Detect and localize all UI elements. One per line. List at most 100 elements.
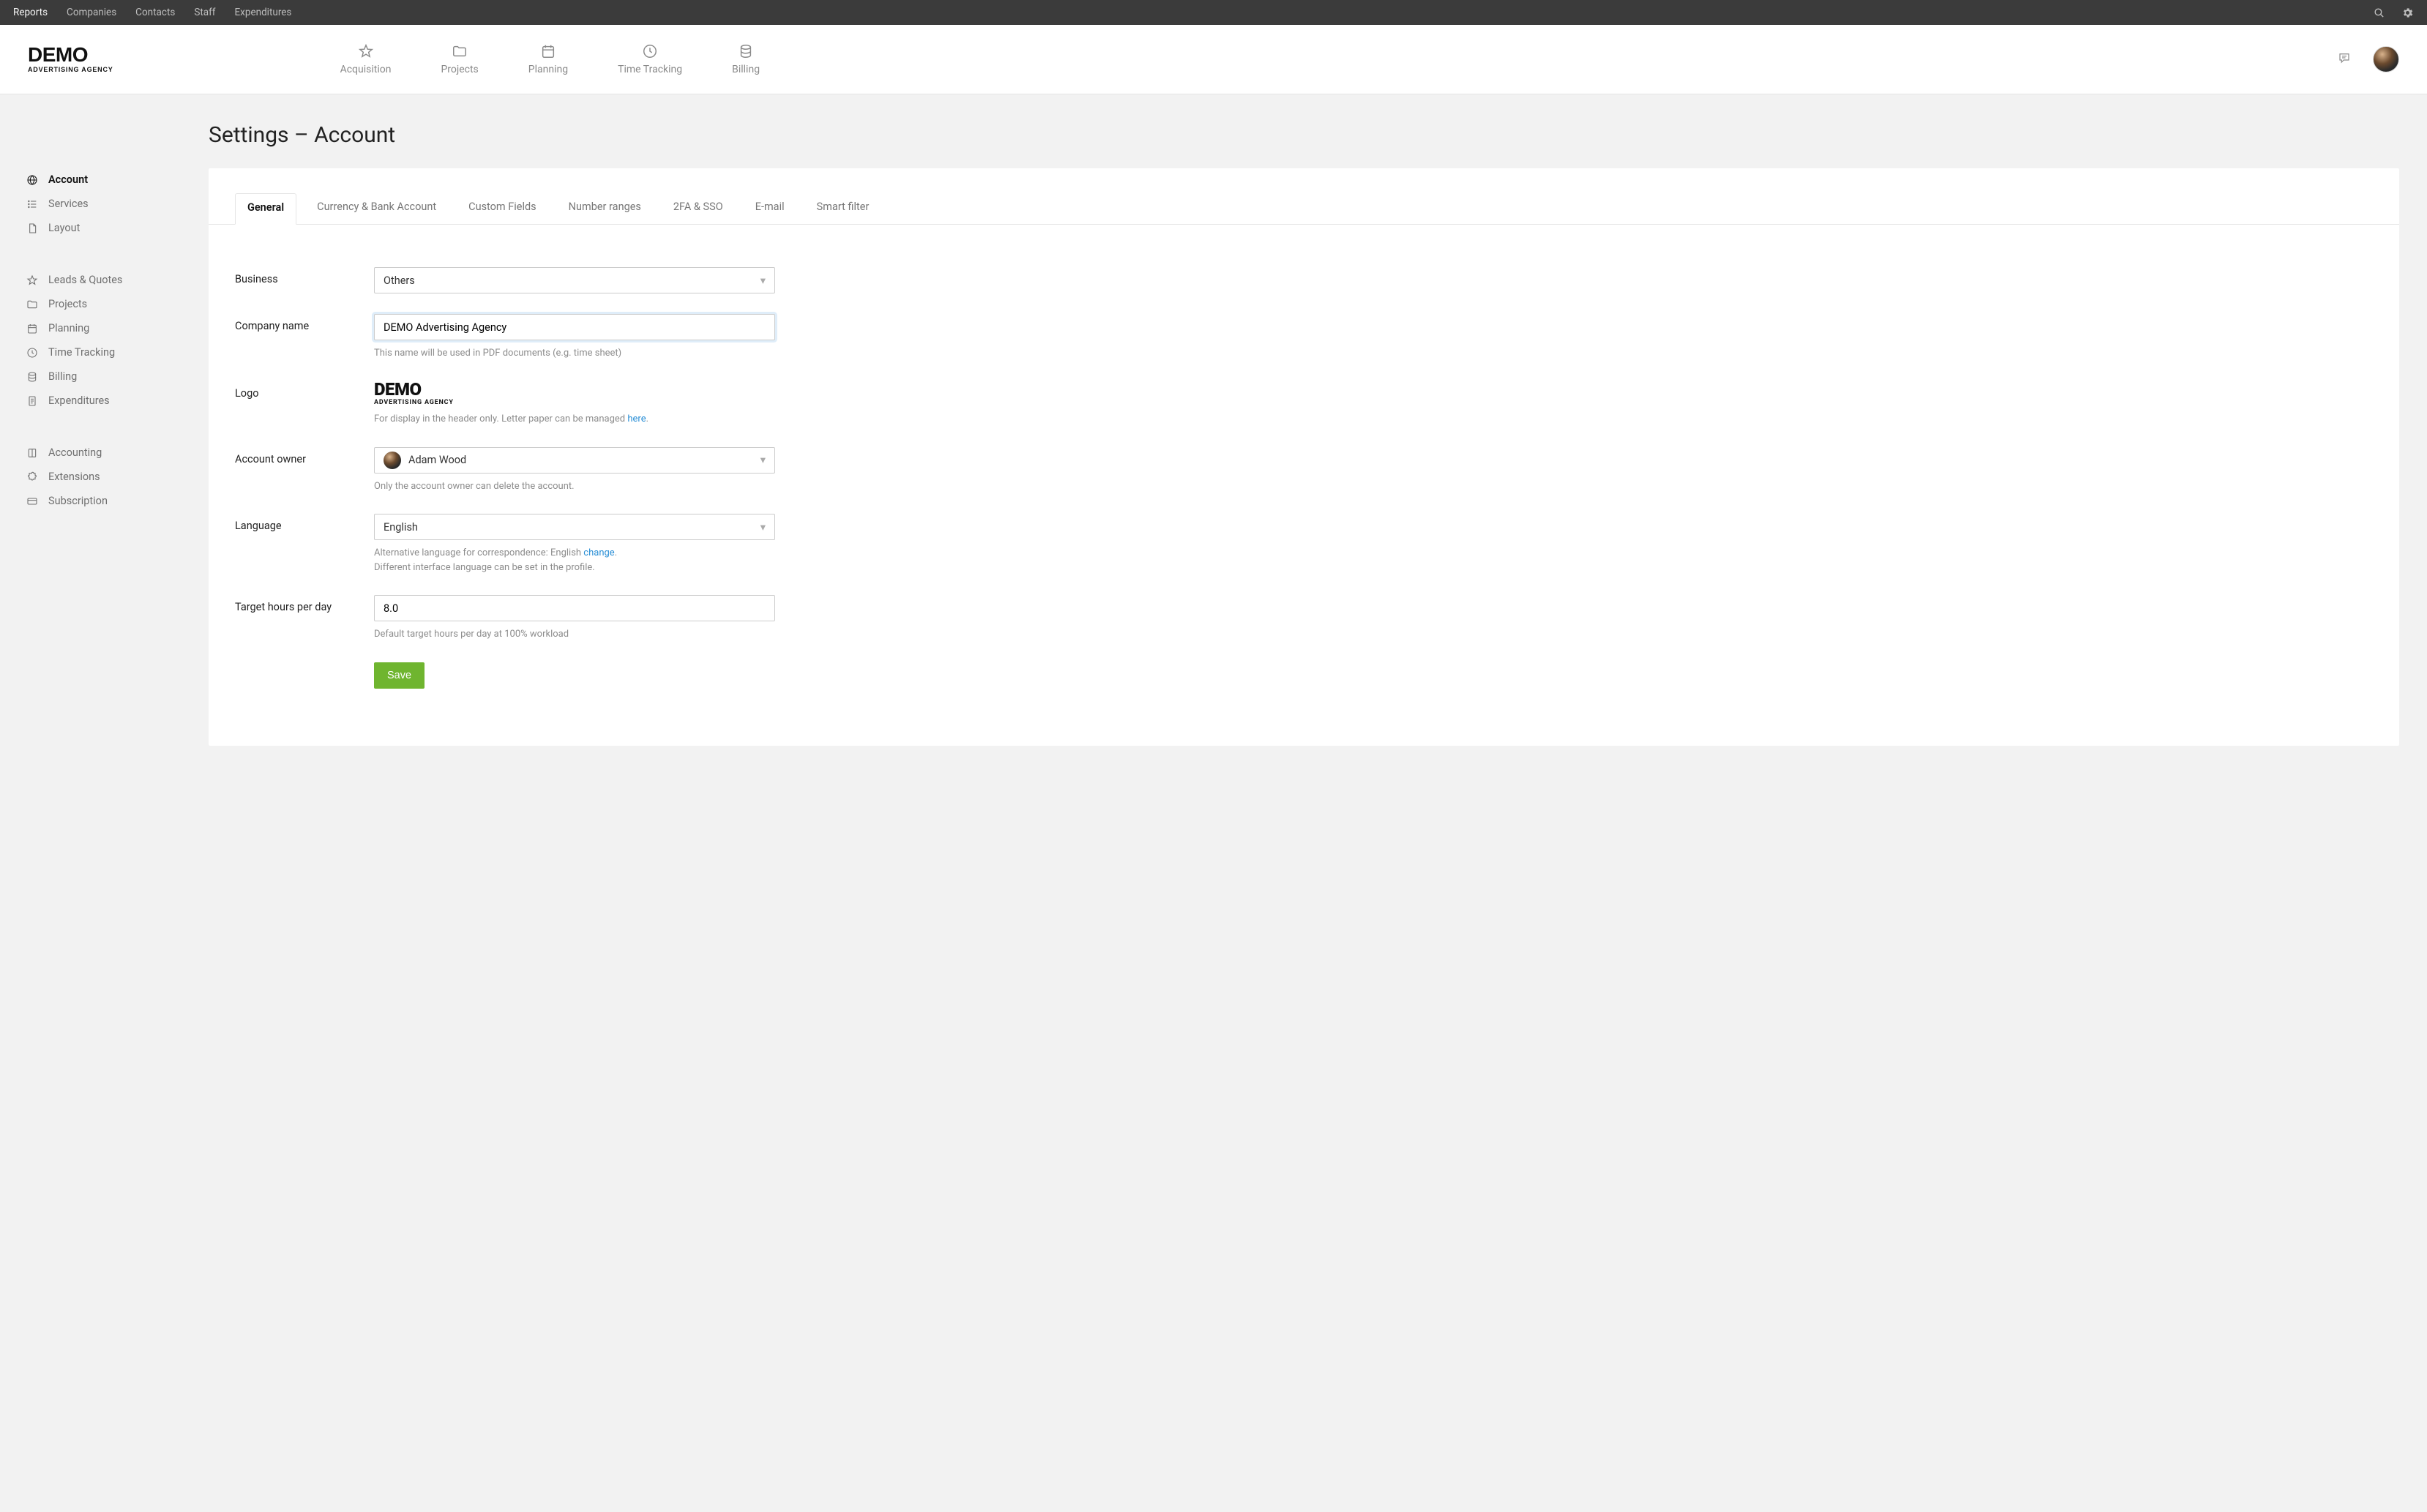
sidebar-item-expenditures[interactable]: Expenditures xyxy=(26,389,194,413)
database-icon xyxy=(738,43,754,59)
receipt-icon xyxy=(26,395,38,407)
tab-currency[interactable]: Currency & Bank Account xyxy=(305,193,448,224)
clock-icon xyxy=(26,347,38,359)
brand-logo[interactable]: DEMO ADVERTISING AGENCY xyxy=(28,45,113,72)
business-label: Business xyxy=(235,267,374,285)
list-icon xyxy=(26,198,38,210)
owner-avatar xyxy=(384,452,401,469)
logo-label: Logo xyxy=(235,381,374,400)
change-language-link[interactable]: change xyxy=(583,547,614,558)
logo-preview[interactable]: DEMO ADVERTISING AGENCY xyxy=(374,381,775,407)
chevron-down-icon: ▾ xyxy=(760,454,766,466)
language-label: Language xyxy=(235,514,374,532)
nav-billing-label: Billing xyxy=(732,64,760,75)
nav-planning-label: Planning xyxy=(528,64,568,75)
target-hours-input[interactable] xyxy=(374,595,775,621)
sidebar-item-label: Expenditures xyxy=(48,394,110,407)
header: DEMO ADVERTISING AGENCY Acquisition Proj… xyxy=(0,25,2427,94)
globe-icon xyxy=(26,174,38,186)
sidebar-item-accounting[interactable]: Accounting xyxy=(26,441,194,465)
nav-billing[interactable]: Billing xyxy=(732,43,760,75)
main-nav: Acquisition Projects Planning Time Track… xyxy=(340,43,760,75)
logo-help: For display in the header only. Letter p… xyxy=(374,412,775,427)
sidebar-item-subscription[interactable]: Subscription xyxy=(26,489,194,513)
owner-label: Account owner xyxy=(235,447,374,465)
sidebar-item-planning[interactable]: Planning xyxy=(26,316,194,340)
tab-numberranges[interactable]: Number ranges xyxy=(557,193,653,224)
folder-icon xyxy=(452,43,468,59)
target-hours-help: Default target hours per day at 100% wor… xyxy=(374,627,775,642)
settings-tabs: General Currency & Bank Account Custom F… xyxy=(209,193,2399,225)
book-icon xyxy=(26,447,38,459)
nav-acquisition[interactable]: Acquisition xyxy=(340,43,392,75)
nav-timetracking[interactable]: Time Tracking xyxy=(618,43,682,75)
sidebar-item-label: Accounting xyxy=(48,446,102,459)
company-help: This name will be used in PDF documents … xyxy=(374,346,775,361)
language-help: Alternative language for correspondence:… xyxy=(374,546,775,575)
language-help-line1: Alternative language for correspondence:… xyxy=(374,547,583,558)
business-value: Others xyxy=(384,274,415,287)
star-icon xyxy=(358,43,374,59)
calendar-icon xyxy=(540,43,556,59)
topnav-expenditures[interactable]: Expenditures xyxy=(235,7,292,18)
topnav-contacts[interactable]: Contacts xyxy=(135,7,175,18)
brand-name: DEMO xyxy=(28,45,113,64)
puzzle-icon xyxy=(26,471,38,483)
topnav-reports[interactable]: Reports xyxy=(13,7,48,18)
tab-email[interactable]: E-mail xyxy=(744,193,796,224)
sidebar-item-leads[interactable]: Leads & Quotes xyxy=(26,268,194,292)
settings-panel: General Currency & Bank Account Custom F… xyxy=(209,168,2399,746)
topnav-companies[interactable]: Companies xyxy=(67,7,116,18)
language-value: English xyxy=(384,521,418,534)
chat-icon[interactable] xyxy=(2338,51,2351,67)
nav-acquisition-label: Acquisition xyxy=(340,64,392,75)
company-label: Company name xyxy=(235,314,374,332)
chevron-down-icon: ▾ xyxy=(760,521,766,534)
company-name-input[interactable] xyxy=(374,314,775,340)
card-icon xyxy=(26,495,38,507)
nav-timetracking-label: Time Tracking xyxy=(618,64,682,75)
sidebar-item-label: Account xyxy=(48,173,88,186)
folder-icon xyxy=(26,299,38,310)
sidebar-item-label: Layout xyxy=(48,222,80,234)
user-avatar[interactable] xyxy=(2373,46,2399,72)
letter-paper-link[interactable]: here xyxy=(627,413,646,424)
sidebar-item-label: Extensions xyxy=(48,471,100,483)
topbar: Reports Companies Contacts Staff Expendi… xyxy=(0,0,2427,25)
sidebar-item-billing[interactable]: Billing xyxy=(26,364,194,389)
logo-help-suffix: . xyxy=(646,413,648,424)
tab-general[interactable]: General xyxy=(235,193,296,225)
page-title: Settings – Account xyxy=(209,122,2399,148)
sidebar-item-projects[interactable]: Projects xyxy=(26,292,194,316)
owner-select[interactable]: Adam Wood ▾ xyxy=(374,447,775,474)
tab-smartfilter[interactable]: Smart filter xyxy=(805,193,881,224)
business-select[interactable]: Others ▾ xyxy=(374,267,775,293)
gear-icon[interactable] xyxy=(2401,7,2414,19)
nav-projects[interactable]: Projects xyxy=(441,43,478,75)
language-select[interactable]: English ▾ xyxy=(374,514,775,540)
topnav-staff[interactable]: Staff xyxy=(194,7,215,18)
star-icon xyxy=(26,274,38,286)
chevron-down-icon: ▾ xyxy=(760,274,766,287)
owner-help: Only the account owner can delete the ac… xyxy=(374,479,775,494)
save-button[interactable]: Save xyxy=(374,662,425,689)
search-icon[interactable] xyxy=(2373,7,2385,19)
tab-2fa-sso[interactable]: 2FA & SSO xyxy=(662,193,735,224)
topbar-links: Reports Companies Contacts Staff Expendi… xyxy=(13,7,291,18)
owner-value: Adam Wood xyxy=(408,454,466,466)
sidebar-item-services[interactable]: Services xyxy=(26,192,194,216)
sidebar-item-timetracking[interactable]: Time Tracking xyxy=(26,340,194,364)
sidebar-item-label: Planning xyxy=(48,322,89,334)
logo-preview-name: DEMO xyxy=(374,381,775,398)
language-help-line1-suffix: . xyxy=(615,547,617,558)
nav-planning[interactable]: Planning xyxy=(528,43,568,75)
tab-customfields[interactable]: Custom Fields xyxy=(457,193,548,224)
logo-help-text: For display in the header only. Letter p… xyxy=(374,413,627,424)
sidebar-item-account[interactable]: Account xyxy=(26,168,194,192)
nav-projects-label: Projects xyxy=(441,64,478,75)
sidebar-item-label: Leads & Quotes xyxy=(48,274,122,286)
language-help-line2: Different interface language can be set … xyxy=(374,562,595,573)
sidebar-item-layout[interactable]: Layout xyxy=(26,216,194,240)
logo-preview-tagline: ADVERTISING AGENCY xyxy=(374,399,775,406)
sidebar-item-extensions[interactable]: Extensions xyxy=(26,465,194,489)
